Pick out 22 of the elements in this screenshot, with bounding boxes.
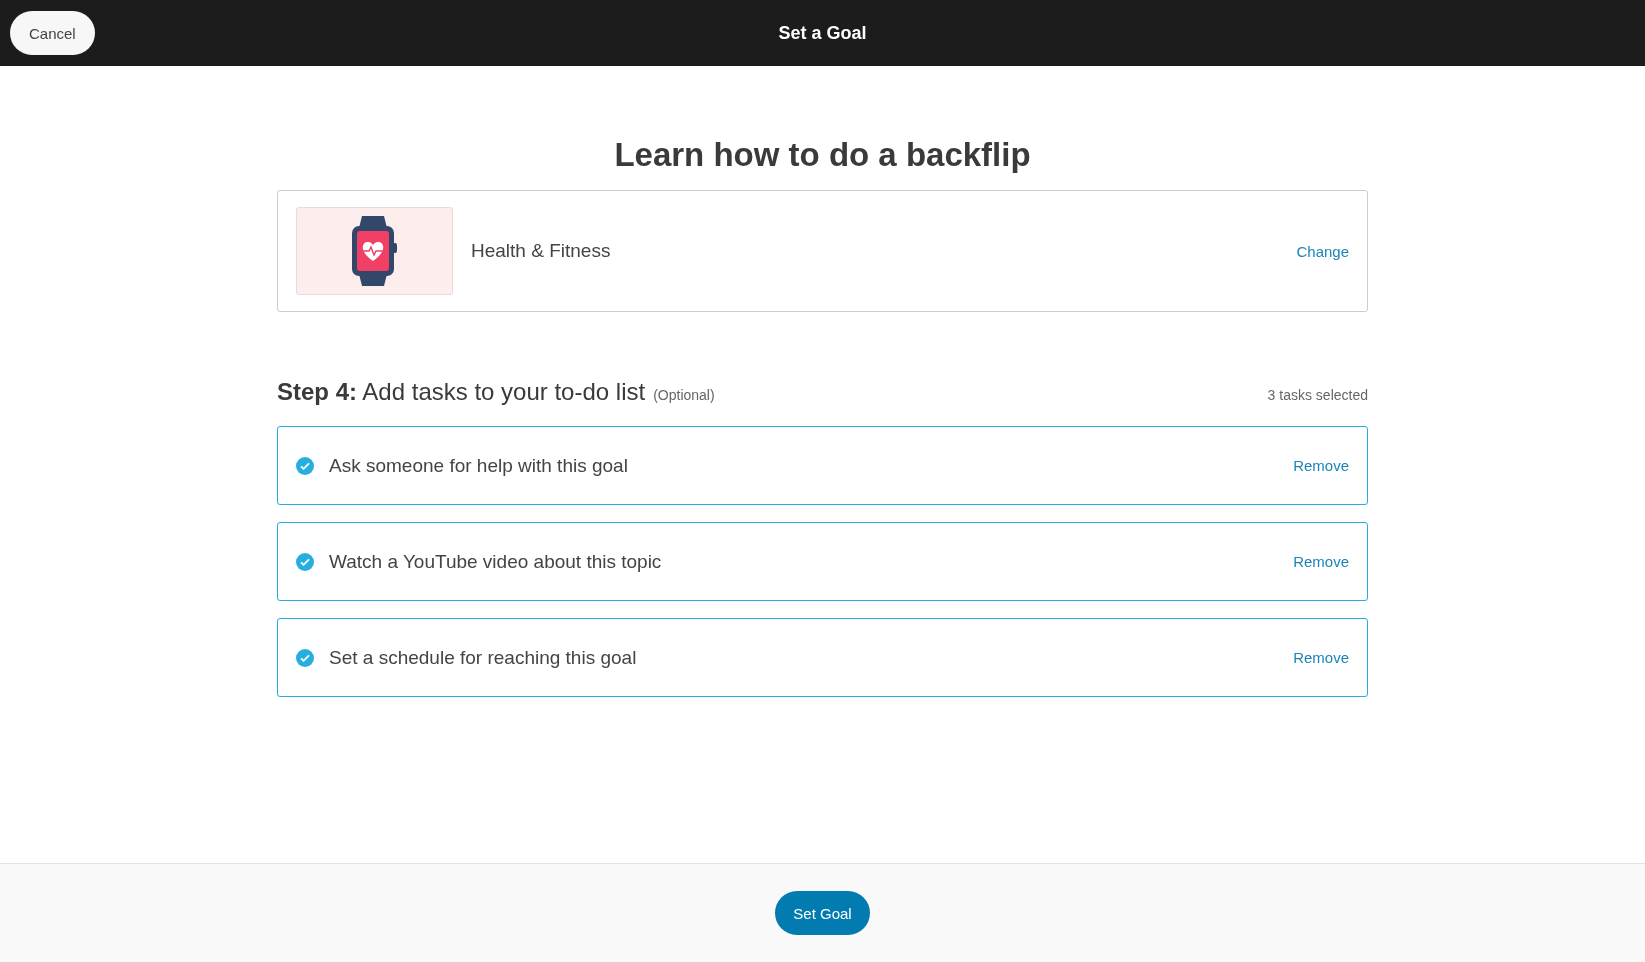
step-heading: Step 4: Add tasks to your to-do list	[277, 378, 646, 406]
check-circle-icon[interactable]	[296, 456, 314, 475]
change-link[interactable]: Change	[1296, 242, 1349, 260]
task-card[interactable]: Ask someone for help with this goal Remove	[277, 426, 1368, 505]
smartwatch-heart-icon	[351, 216, 398, 286]
remove-link[interactable]: Remove	[1293, 457, 1349, 474]
task-label: Set a schedule for reaching this goal	[329, 646, 638, 669]
tasks-count: 3 tasks selected	[1267, 387, 1368, 403]
cancel-button[interactable]: Cancel	[10, 11, 95, 55]
check-circle-icon[interactable]	[296, 552, 314, 571]
remove-link[interactable]: Remove	[1293, 553, 1349, 570]
check-circle-icon[interactable]	[296, 648, 314, 667]
task-label: Ask someone for help with this goal	[329, 454, 629, 477]
task-label: Watch a YouTube video about this topic	[329, 550, 663, 573]
goal-title: Learn how to do a backflip	[613, 136, 1032, 174]
task-card[interactable]: Set a schedule for reaching this goal Remove	[277, 618, 1368, 697]
category-name: Health & Fitness	[471, 240, 612, 262]
remove-link[interactable]: Remove	[1293, 649, 1349, 666]
set-goal-button[interactable]: Set Goal	[775, 891, 870, 935]
page-title: Set a Goal	[778, 22, 867, 44]
task-card[interactable]: Watch a YouTube video about this topic Remove	[277, 522, 1368, 601]
optional-note: (Optional)	[653, 387, 716, 403]
